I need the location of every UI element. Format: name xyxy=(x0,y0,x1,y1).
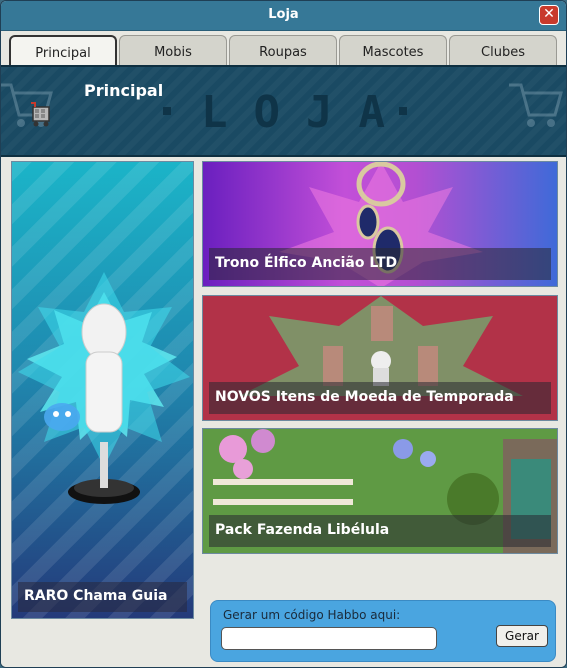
tab-mascotes[interactable]: Mascotes xyxy=(339,35,447,65)
featured-item-image xyxy=(18,272,190,504)
shop-cart-icon xyxy=(31,102,50,127)
tab-roupas[interactable]: Roupas xyxy=(229,35,337,65)
promo-card-label: Pack Fazenda Libélula xyxy=(209,515,551,547)
code-input[interactable] xyxy=(221,627,437,650)
page-header-banner: LOJA Principal xyxy=(1,65,566,157)
tab-bar: Principal Mobis Roupas Mascotes Clubes xyxy=(9,35,561,67)
shop-window: Loja ✕ Principal Mobis Roupas Mascotes C… xyxy=(0,0,567,668)
banner-dot xyxy=(399,107,407,115)
banner-dot xyxy=(163,107,171,115)
tab-clubes[interactable]: Clubes xyxy=(449,35,557,65)
page-title: Principal xyxy=(84,81,164,100)
cart-decoration-icon xyxy=(509,83,563,127)
featured-item-label: RARO Chama Guia xyxy=(18,582,187,612)
shop-content: RARO Chama Guia Trono Élfico Ancião LTD … xyxy=(1,157,566,667)
promo-card-label: NOVOS Itens de Moeda de Temporada xyxy=(209,382,551,414)
close-icon: ✕ xyxy=(543,6,555,22)
generate-button[interactable]: Gerar xyxy=(496,625,548,647)
window-title: Loja xyxy=(268,7,299,22)
promo-card-farm[interactable]: Pack Fazenda Libélula xyxy=(202,428,558,554)
tab-principal[interactable]: Principal xyxy=(9,35,117,67)
title-bar[interactable]: Loja ✕ xyxy=(1,1,566,31)
close-button[interactable]: ✕ xyxy=(539,5,559,25)
featured-item-card[interactable]: RARO Chama Guia xyxy=(11,161,194,619)
promo-card-label: Trono Élfico Ancião LTD xyxy=(209,248,551,280)
promo-card-seasonal[interactable]: NOVOS Itens de Moeda de Temporada xyxy=(202,295,558,421)
code-label: Gerar um código Habbo aqui: xyxy=(223,608,401,622)
promo-card-trono[interactable]: Trono Élfico Ancião LTD xyxy=(202,161,558,287)
tab-mobis[interactable]: Mobis xyxy=(119,35,227,65)
code-generator-panel: Gerar um código Habbo aqui: Gerar xyxy=(210,600,556,662)
banner-loja-text: LOJA xyxy=(201,87,411,138)
